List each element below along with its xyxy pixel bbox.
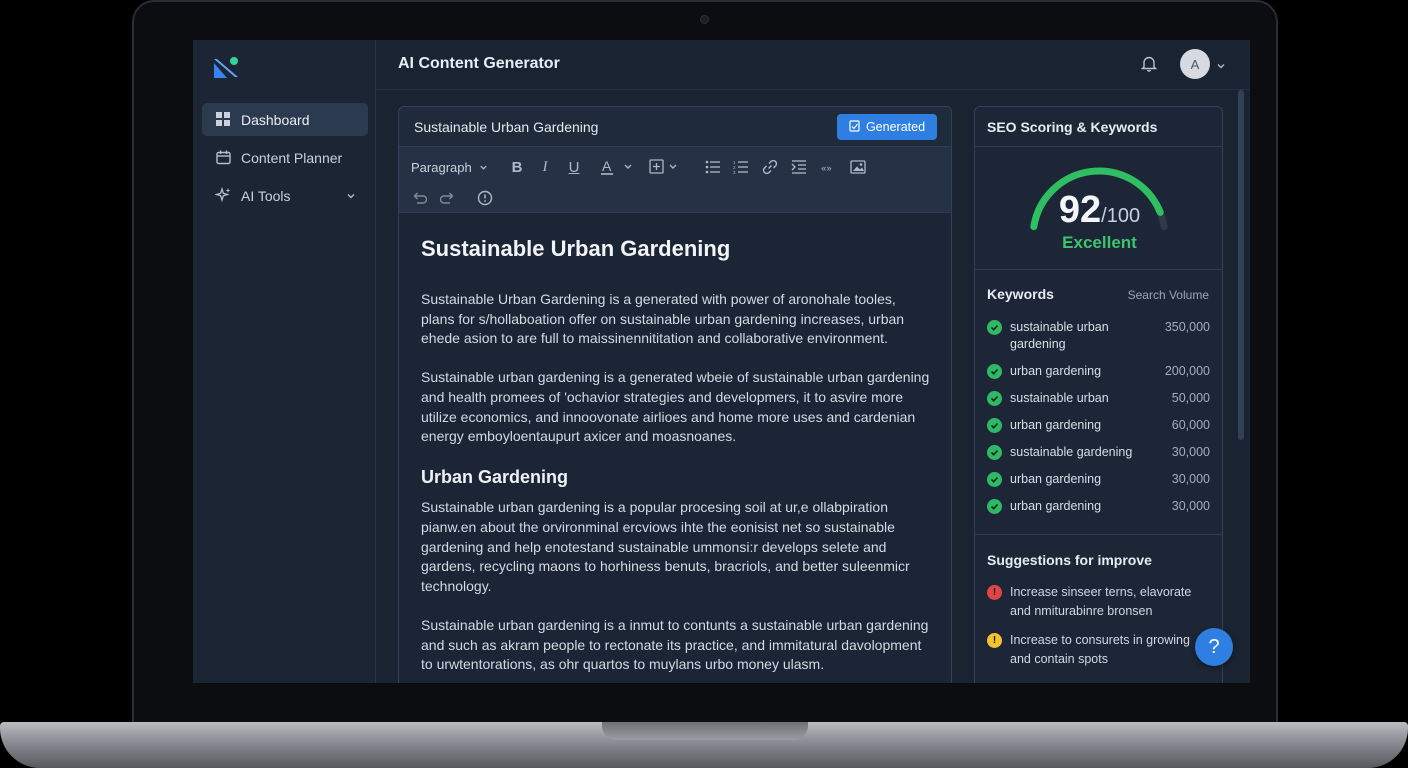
table-insert-icon[interactable]	[649, 157, 683, 177]
sidebar-item-label: Dashboard	[241, 111, 310, 128]
document-title[interactable]: Sustainable Urban Gardening	[414, 119, 598, 135]
keywords-heading: Keywords	[987, 286, 1054, 302]
suggestion-text: Increase sinseer terns, elavorate and nm…	[1010, 585, 1192, 618]
seo-score-value: 92	[1058, 189, 1102, 231]
generated-status-button[interactable]: Generated	[837, 114, 937, 140]
suggestion-text: Increase to consurets in growing and con…	[1010, 633, 1190, 666]
page-title: AI Content Generator	[398, 55, 560, 72]
scrollbar[interactable]	[1238, 90, 1244, 440]
content-paragraph: Sustainable urban gardening is a popular…	[421, 499, 910, 594]
bullet-list-icon[interactable]	[703, 157, 723, 177]
camera-icon	[700, 15, 709, 24]
keyword-volume: 30,000	[1171, 472, 1210, 486]
redo-icon[interactable]	[438, 188, 458, 208]
keyword-volume: 50,000	[1171, 391, 1210, 405]
keyword-volume: 60,000	[1171, 418, 1210, 432]
chevron-down-icon	[480, 165, 487, 170]
grid-icon	[214, 111, 232, 129]
sidebar: Dashboard Content Planner AI Tools	[193, 40, 376, 683]
bold-icon[interactable]: B	[507, 157, 527, 177]
content-heading-2: Urban Gardening	[421, 467, 569, 488]
content-editor: Sustainable Urban Gardening Generated Pa…	[398, 106, 952, 683]
keyword-name: urban gardening	[1010, 499, 1102, 513]
keyword-volume: 30,000	[1171, 499, 1210, 513]
formatting-toolbar: Paragraph B I U A 123 «»	[399, 147, 951, 213]
image-insert-icon[interactable]	[848, 157, 868, 177]
seo-panel-header: SEO Scoring & Keywords	[975, 107, 1222, 147]
check-icon	[987, 445, 1002, 460]
check-icon	[987, 391, 1002, 406]
sidebar-item-label: Content Planner	[241, 149, 343, 166]
italic-icon[interactable]: I	[535, 157, 555, 177]
seo-score-max: /100	[1101, 205, 1141, 227]
warning-icon: !	[987, 633, 1002, 648]
sparkle-icon	[214, 187, 232, 205]
content-paragraph: Sustainable urban gardening is a inmut t…	[421, 616, 929, 673]
document-icon	[849, 119, 860, 135]
suggestions-heading: Suggestions for improve	[987, 552, 1152, 568]
sidebar-item-ai-tools[interactable]: AI Tools	[202, 179, 368, 212]
undo-icon[interactable]	[409, 188, 429, 208]
check-icon	[987, 418, 1002, 433]
notification-bell-icon[interactable]	[1140, 55, 1158, 77]
seo-panel: SEO Scoring & Keywords 92/100 Excellent …	[974, 106, 1223, 683]
seo-score: 92/100	[975, 189, 1222, 232]
underline-icon[interactable]: U	[564, 157, 584, 177]
seo-panel-title: SEO Scoring & Keywords	[987, 119, 1158, 135]
indent-icon[interactable]	[789, 157, 809, 177]
keyword-volume: 350,000	[1164, 320, 1210, 334]
content-paragraph: Sustainable urban gardening is a generat…	[421, 369, 930, 445]
chevron-down-icon[interactable]	[346, 188, 356, 204]
sidebar-item-dashboard[interactable]: Dashboard	[202, 103, 368, 136]
keyword-name: urban gardening	[1010, 472, 1102, 486]
paragraph-format-label: Paragraph	[411, 159, 472, 175]
keyword-name: sustainable urban	[1010, 391, 1109, 405]
check-icon	[987, 499, 1002, 514]
app-screen: Dashboard Content Planner AI Tools AI Co…	[193, 40, 1250, 683]
laptop-notch	[602, 722, 808, 740]
app-logo-icon[interactable]	[213, 55, 239, 81]
check-icon	[987, 320, 1002, 335]
divider	[975, 534, 1222, 535]
document-title-bar: Sustainable Urban Gardening Generated	[399, 107, 951, 147]
divider	[975, 269, 1222, 270]
emoji-icon[interactable]	[475, 188, 495, 208]
search-volume-heading: Search Volume	[1127, 288, 1209, 302]
keyword-volume: 30,000	[1171, 445, 1210, 459]
svg-text:«»: «»	[821, 164, 832, 173]
keyword-volume: 200,000	[1164, 364, 1210, 378]
numbered-list-icon[interactable]: 123	[731, 157, 751, 177]
keyword-name: sustainable gardening	[1010, 445, 1133, 459]
content-heading-1: Sustainable Urban Gardening	[421, 236, 731, 261]
calendar-icon	[214, 149, 232, 167]
svg-text:A: A	[602, 158, 612, 174]
link-icon[interactable]	[760, 157, 780, 177]
error-icon: !	[987, 585, 1002, 600]
keyword-name: urban gardening	[1010, 364, 1102, 378]
code-icon[interactable]: «»	[819, 157, 839, 177]
sidebar-item-label: AI Tools	[241, 187, 291, 204]
check-icon	[987, 364, 1002, 379]
generated-label: Generated	[865, 120, 926, 134]
check-icon	[987, 472, 1002, 487]
seo-rating: Excellent	[1062, 233, 1137, 252]
help-button[interactable]: ?	[1195, 628, 1233, 666]
avatar[interactable]: A	[1180, 49, 1210, 79]
paragraph-format-select[interactable]: Paragraph	[411, 157, 488, 177]
keyword-name: sustainable urban gardening	[1010, 320, 1109, 351]
content-paragraph: Sustainable Urban Gardening is a generat…	[421, 291, 905, 347]
sidebar-item-content-planner[interactable]: Content Planner	[202, 141, 368, 174]
top-header: AI Content Generator A	[376, 40, 1250, 90]
svg-text:3: 3	[733, 170, 736, 174]
text-color-icon[interactable]: A	[601, 157, 635, 177]
keyword-name: urban gardening	[1010, 418, 1102, 432]
editor-content-area[interactable]: Sustainable Urban Gardening Sustainable …	[399, 213, 951, 683]
chevron-down-icon[interactable]	[1216, 58, 1226, 76]
